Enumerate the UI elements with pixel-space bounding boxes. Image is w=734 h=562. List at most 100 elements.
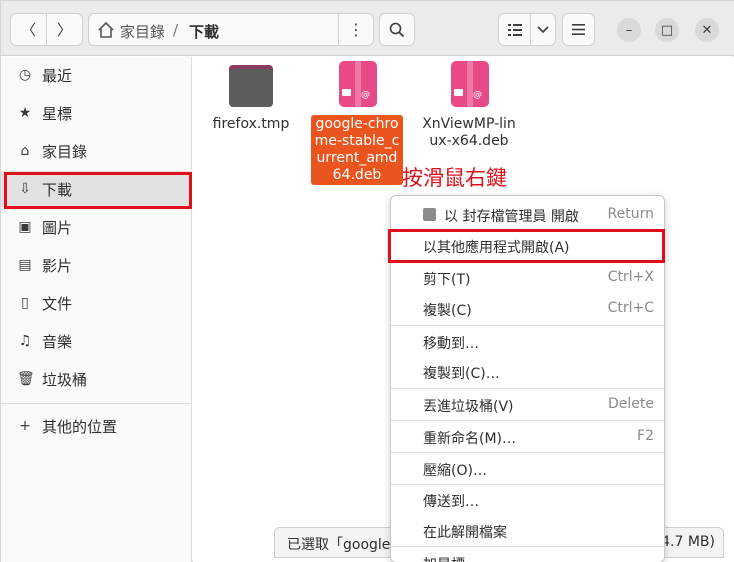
header-bar: 〈 〉 家目錄 / 下載 ⋮ – □ ✕ [1,1,734,56]
menu-item-label: 加星標 [423,554,465,562]
minimize-icon: – [625,22,633,38]
sidebar-item-videos[interactable]: ▤ 影片 [1,247,192,283]
hamburger-icon [572,24,585,35]
menu-item-shortcut: Ctrl+X [607,269,654,285]
file-name: firefox.tmp [212,116,290,132]
selection-status-text: 已選取「google [287,537,391,553]
sidebar-item-trash[interactable]: 🗑 垃圾桶 [1,361,192,397]
chevron-down-icon [537,25,549,33]
sidebar-item-label: 圖片 [42,218,73,237]
sidebar-item-label: 影片 [42,256,73,275]
image-icon: ▣ [18,219,32,235]
file-item-google-chrome-deb[interactable]: @ google-chrome-stable_current_amd64.deb [311,61,403,185]
menu-item-copy-to[interactable]: 複製到(C)… [391,356,664,387]
sidebar-item-label: 文件 [42,294,73,313]
chevron-right-icon: 〉 [56,21,72,39]
trash-icon: 🗑 [17,371,35,387]
menu-item-shortcut: F2 [637,428,654,444]
deb-package-icon: @ [445,61,493,109]
sidebar-item-label: 下載 [42,180,73,199]
document-icon: ▯ [21,295,29,311]
view-options-button[interactable] [530,13,556,46]
menu-item-label: 移動到… [423,336,479,352]
menu-item-open-with-other-app[interactable]: 以其他應用程式開啟(A) [391,230,664,261]
sidebar-item-other-locations[interactable]: + 其他的位置 [1,408,192,444]
download-icon: ⇩ [19,181,31,197]
path-menu-button[interactable]: ⋮ [338,13,373,46]
music-icon: ♫ [18,333,32,349]
menu-item-cut[interactable]: 剪下(T) Ctrl+X [391,262,664,293]
star-icon: ★ [18,105,32,121]
sidebar-item-downloads[interactable]: ⇩ 下載 [1,171,192,207]
path-segment-home[interactable]: 家目錄 [120,21,165,42]
menu-item-label: 重新命名(M)… [423,431,517,447]
view-toggle-button[interactable] [498,13,531,46]
home-icon [98,21,114,38]
path-separator: / [173,21,179,39]
path-segment-current[interactable]: 下載 [189,21,219,42]
clock-icon: ◷ [18,67,32,83]
menu-item-shortcut: Ctrl+C [607,300,654,316]
file-item-xnviewmp-deb[interactable]: @ XnViewMP-linux-x64.deb [417,61,521,151]
menu-item-label: 傳送到… [423,494,479,510]
file-name: google-chrome-stable_current_amd64.deb [311,115,403,185]
sidebar-item-music[interactable]: ♫ 音樂 [1,323,192,359]
plus-icon: + [19,418,31,434]
file-item-firefox-tmp[interactable]: firefox.tmp [203,61,299,134]
menu-item-label: 在此解開檔案 [423,525,507,541]
sidebar-item-label: 家目錄 [42,142,88,161]
menu-item-send-to[interactable]: 傳送到… [391,484,664,515]
menu-item-extract-here[interactable]: 在此解開檔案 [391,515,664,546]
menu-item-label: 壓縮(O)… [423,463,487,479]
deb-package-icon: @ [333,61,381,109]
search-icon [389,22,405,37]
menu-item-label: 複製到(C)… [423,366,500,382]
home-icon: ⌂ [20,143,30,159]
menu-item-label: 以 封存檔管理員 開啟 [444,209,579,225]
film-icon: ▤ [18,257,32,273]
sidebar-item-label: 其他的位置 [42,417,118,436]
context-menu: 以 封存檔管理員 開啟 Return 以其他應用程式開啟(A) 剪下(T) Ct… [390,195,665,562]
sidebar-item-pictures[interactable]: ▣ 圖片 [1,209,192,245]
menu-item-rename[interactable]: 重新命名(M)… F2 [391,421,664,452]
right-click-annotation: 按滑鼠右鍵 [402,166,507,190]
sidebar-item-label: 垃圾桶 [42,370,88,389]
chevron-left-icon: 〈 [20,21,36,39]
sidebar-item-label: 星標 [42,104,73,123]
menu-item-copy[interactable]: 複製(C) Ctrl+C [391,293,664,324]
minimize-button[interactable]: – [617,18,641,42]
sidebar-item-recent[interactable]: ◷ 最近 [1,57,192,93]
sidebar: ◷ 最近 ★ 星標 ⌂ 家目錄 ⇩ 下載 ▣ 圖片 ▤ 影片 ▯ 文件 ♫ 音樂 [1,57,192,562]
file-manager-window: 〈 〉 家目錄 / 下載 ⋮ – □ ✕ ◷ 最近 ★ 星標 ⌂ 家目錄 ⇩ 下… [0,0,734,562]
search-button[interactable] [379,13,415,46]
menu-item-star[interactable]: 加星標 [391,547,664,562]
menu-item-move-to[interactable]: 移動到… [391,326,664,357]
menu-item-label: 丟進垃圾桶(V) [423,399,514,415]
path-bar[interactable]: 家目錄 / 下載 ⋮ [88,13,374,46]
selection-size-text: 4.7 MB) [661,534,715,550]
menu-item-label: 以其他應用程式開啟(A) [423,240,570,256]
maximize-button[interactable]: □ [655,18,679,42]
maximize-icon: □ [660,22,674,38]
sidebar-item-documents[interactable]: ▯ 文件 [1,285,192,321]
menu-item-shortcut: Delete [608,396,654,412]
main-menu-button[interactable] [562,13,595,46]
forward-button[interactable]: 〉 [46,13,83,46]
menu-item-move-to-trash[interactable]: 丟進垃圾桶(V) Delete [391,389,664,420]
menu-item-label: 複製(C) [423,303,472,319]
archive-icon [423,208,436,221]
vertical-dots-icon: ⋮ [348,20,364,39]
menu-item-compress[interactable]: 壓縮(O)… [391,453,664,484]
list-view-icon [507,23,522,36]
back-button[interactable]: 〈 [10,13,47,46]
sidebar-item-starred[interactable]: ★ 星標 [1,95,192,131]
menu-item-shortcut: Return [607,206,654,222]
sidebar-divider [1,403,192,404]
file-name: XnViewMP-linux-x64.deb [422,116,516,149]
menu-item-open-with-archive-manager[interactable]: 以 封存檔管理員 開啟 Return [391,199,664,230]
sidebar-item-label: 最近 [42,66,73,85]
sidebar-item-home[interactable]: ⌂ 家目錄 [1,133,192,169]
close-button[interactable]: ✕ [695,18,719,42]
menu-item-label: 剪下(T) [423,272,471,288]
close-icon: ✕ [701,22,713,38]
